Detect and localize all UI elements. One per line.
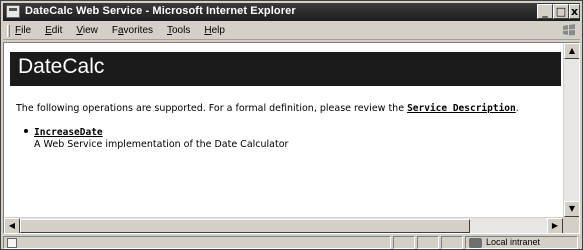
page-title: DateCalc	[18, 55, 105, 78]
menu-tools[interactable]: Tools	[167, 25, 190, 36]
windows-logo-icon	[561, 23, 577, 39]
vertical-scrollbar[interactable]: ▲ ▼	[563, 43, 579, 217]
service-description-link[interactable]: Service Description	[407, 103, 516, 114]
maximize-button[interactable]: □	[553, 4, 569, 19]
window-controls: _ □ x	[537, 4, 580, 20]
scrollbar-corner	[563, 217, 579, 233]
service-heading-banner: DateCalc	[10, 52, 561, 86]
page-content: DateCalc The following operations are su…	[4, 43, 563, 217]
menu-items: File Edit View Favorites Tools Help	[15, 25, 239, 36]
status-bar: Local intranet	[3, 235, 580, 249]
operation-description: A Web Service implementation of the Date…	[34, 139, 289, 150]
menu-bar: File Edit View Favorites Tools Help	[3, 22, 580, 40]
status-zone-pane: Local intranet	[465, 236, 578, 249]
bullet-icon	[24, 129, 28, 133]
page-icon	[7, 238, 17, 248]
close-button[interactable]: x	[569, 4, 580, 19]
horizontal-scrollbar[interactable]: ◀ ▶	[4, 217, 563, 233]
intro-text: The following operations are supported. …	[16, 103, 519, 114]
zone-label: Local intranet	[486, 237, 541, 247]
horizontal-scroll-thumb[interactable]	[20, 219, 470, 233]
menu-view[interactable]: View	[76, 25, 98, 36]
scroll-right-arrow-icon[interactable]: ▶	[547, 218, 563, 233]
status-pane	[417, 236, 439, 249]
operation-link[interactable]: IncreaseDate	[34, 127, 103, 138]
scroll-up-arrow-icon[interactable]: ▲	[564, 43, 579, 59]
title-bar: DateCalc Web Service - Microsoft Interne…	[3, 3, 580, 21]
window-title: DateCalc Web Service - Microsoft Interne…	[25, 5, 296, 17]
minimize-button[interactable]: _	[537, 4, 553, 19]
ie-page-icon	[6, 5, 20, 18]
menu-file[interactable]: File	[15, 25, 31, 36]
scroll-left-arrow-icon[interactable]: ◀	[4, 218, 20, 233]
status-main-pane	[3, 236, 391, 249]
status-pane	[393, 236, 415, 249]
menu-help[interactable]: Help	[204, 25, 225, 36]
menu-favorites[interactable]: Favorites	[112, 25, 153, 36]
status-pane	[441, 236, 463, 249]
page-viewport: DateCalc The following operations are su…	[3, 42, 580, 234]
menu-edit[interactable]: Edit	[45, 25, 62, 36]
intranet-zone-icon	[469, 238, 482, 248]
browser-window: DateCalc Web Service - Microsoft Interne…	[0, 0, 583, 250]
toolbar-grip[interactable]	[7, 25, 10, 37]
scroll-down-arrow-icon[interactable]: ▼	[564, 201, 579, 217]
